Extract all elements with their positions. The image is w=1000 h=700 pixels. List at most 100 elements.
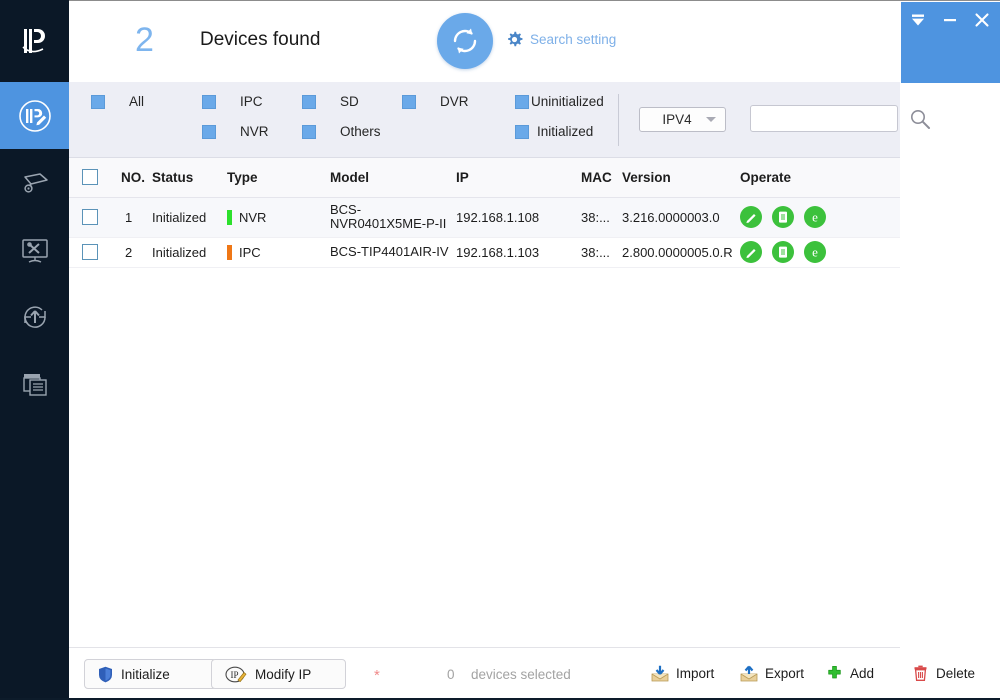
column-header-mac: MAC [581, 158, 622, 198]
checkbox-box [202, 94, 216, 109]
device-table-element: NO. Status Type Model IP MAC Version Ope… [69, 158, 900, 268]
checkbox-box [302, 124, 316, 139]
edit-icon [746, 249, 756, 258]
checkbox-box [515, 94, 529, 109]
sidebar [0, 0, 69, 698]
cell-no: 2 [111, 237, 152, 268]
details-icon [779, 246, 787, 258]
page-title: Devices found [200, 29, 321, 50]
table-row[interactable]: 1 Initialized NVR BCS-NVR0401X5ME-P-II 1… [69, 197, 900, 238]
import-button[interactable]: Import [651, 665, 714, 682]
row-checkbox[interactable] [82, 244, 98, 260]
filter-label: IPC [240, 94, 263, 109]
cell-version: 3.216.0000003.0 [622, 197, 740, 238]
ip-pencil-icon: IP [225, 666, 247, 682]
ip-version-select[interactable]: IPV4 [639, 107, 726, 132]
minimize-icon [944, 19, 956, 22]
filter-checkbox-initialized[interactable]: Initialized [515, 124, 593, 139]
close-button[interactable] [969, 8, 995, 32]
ip-device-manager-icon [18, 99, 51, 132]
cell-status: Initialized [152, 197, 227, 238]
filter-label: Uninitialized [531, 94, 604, 109]
documents-icon [22, 373, 47, 396]
row-checkbox[interactable] [82, 209, 98, 225]
svg-text:e: e [812, 245, 818, 260]
sidebar-item-device-manager[interactable] [0, 82, 69, 149]
column-header-status: Status [152, 158, 227, 198]
search-icon [911, 110, 930, 129]
details-button[interactable] [772, 206, 794, 228]
sidebar-item-upgrade[interactable] [0, 283, 69, 350]
close-icon [975, 13, 989, 27]
delete-label: Delete [936, 666, 976, 681]
cell-model: BCS-NVR0401X5ME-P-II [330, 197, 456, 238]
minimize-button[interactable] [937, 8, 963, 32]
sidebar-item-logs[interactable] [0, 350, 69, 417]
search-button[interactable] [909, 108, 931, 135]
edit-button[interactable] [740, 241, 762, 263]
upload-refresh-icon [23, 305, 46, 328]
select-all-header [69, 158, 111, 198]
chevron-down-icon [706, 117, 716, 122]
initialize-button[interactable]: Initialize [84, 659, 217, 689]
edit-icon [746, 214, 756, 223]
refresh-circle-icon [453, 28, 477, 54]
checkbox-box [202, 124, 216, 139]
window-controls [901, 2, 1000, 83]
filter-checkbox-dvr[interactable]: DVR [402, 94, 469, 109]
add-button[interactable]: Add [826, 665, 874, 682]
ip-version-value: IPV4 [662, 112, 692, 127]
sidebar-item-tools[interactable] [0, 216, 69, 283]
modify-ip-button[interactable]: IP Modify IP [211, 659, 346, 689]
column-header-operate: Operate [740, 158, 900, 198]
table-row[interactable]: 2 Initialized IPC BCS-TIP4401AIR-IV 192.… [69, 237, 900, 268]
filter-checkbox-all[interactable]: All [91, 94, 144, 109]
cell-type-label: NVR [239, 209, 267, 225]
cell-mac: 38:... [581, 237, 622, 268]
web-browser-button[interactable]: e [804, 241, 826, 263]
import-label: Import [676, 666, 715, 681]
filter-checkbox-others[interactable]: Others [302, 124, 381, 139]
device-table: NO. Status Type Model IP MAC Version Ope… [69, 158, 900, 648]
cell-operate: e [740, 197, 900, 238]
search-setting-button[interactable]: Search setting [506, 31, 616, 48]
device-count: 2 [135, 21, 154, 59]
svg-text:e: e [812, 210, 818, 225]
select-all-checkbox[interactable] [82, 169, 98, 186]
sidebar-item-device-config[interactable] [0, 149, 69, 216]
trash-icon [914, 665, 927, 681]
cell-no: 1 [111, 197, 152, 238]
refresh-button[interactable] [437, 13, 493, 69]
app-window: 2 Devices found Search setting All IPC S… [0, 0, 1000, 700]
details-button[interactable] [772, 241, 794, 263]
filter-bar: All IPC SD DVR NVR Others Uninitialized [69, 82, 930, 158]
filter-checkbox-ipc[interactable]: IPC [202, 94, 263, 109]
edit-button[interactable] [740, 206, 762, 228]
cell-status: Initialized [152, 237, 227, 268]
cell-ip: 192.168.1.103 [456, 237, 581, 268]
filter-label: All [129, 94, 145, 109]
import-icon [651, 665, 669, 682]
filter-label: NVR [240, 124, 269, 139]
web-browser-button[interactable]: e [804, 206, 826, 228]
details-icon [779, 211, 787, 223]
selection-required-star: * [374, 667, 380, 684]
filter-checkbox-sd[interactable]: SD [302, 94, 359, 109]
camera-gear-icon [23, 172, 48, 193]
delete-button[interactable]: Delete [912, 665, 975, 682]
filter-checkbox-uninitialized[interactable]: Uninitialized [515, 94, 604, 109]
row-select-cell [69, 197, 111, 238]
export-icon [740, 665, 758, 682]
table-body: 1 Initialized NVR BCS-NVR0401X5ME-P-II 1… [69, 197, 900, 268]
filter-divider [618, 94, 619, 146]
column-header-version: Version [622, 158, 740, 198]
filter-checkbox-nvr[interactable]: NVR [202, 124, 269, 139]
footer-toolbar: Initialize IP Modify IP * 0 devices sele… [69, 648, 1000, 698]
export-button[interactable]: Export [740, 665, 804, 682]
checkbox-box [402, 94, 416, 109]
collapse-button[interactable] [905, 8, 931, 32]
selection-text: devices selected [471, 667, 571, 682]
checkbox-box [302, 94, 316, 109]
gear-icon [508, 31, 523, 47]
search-input[interactable] [750, 105, 898, 132]
